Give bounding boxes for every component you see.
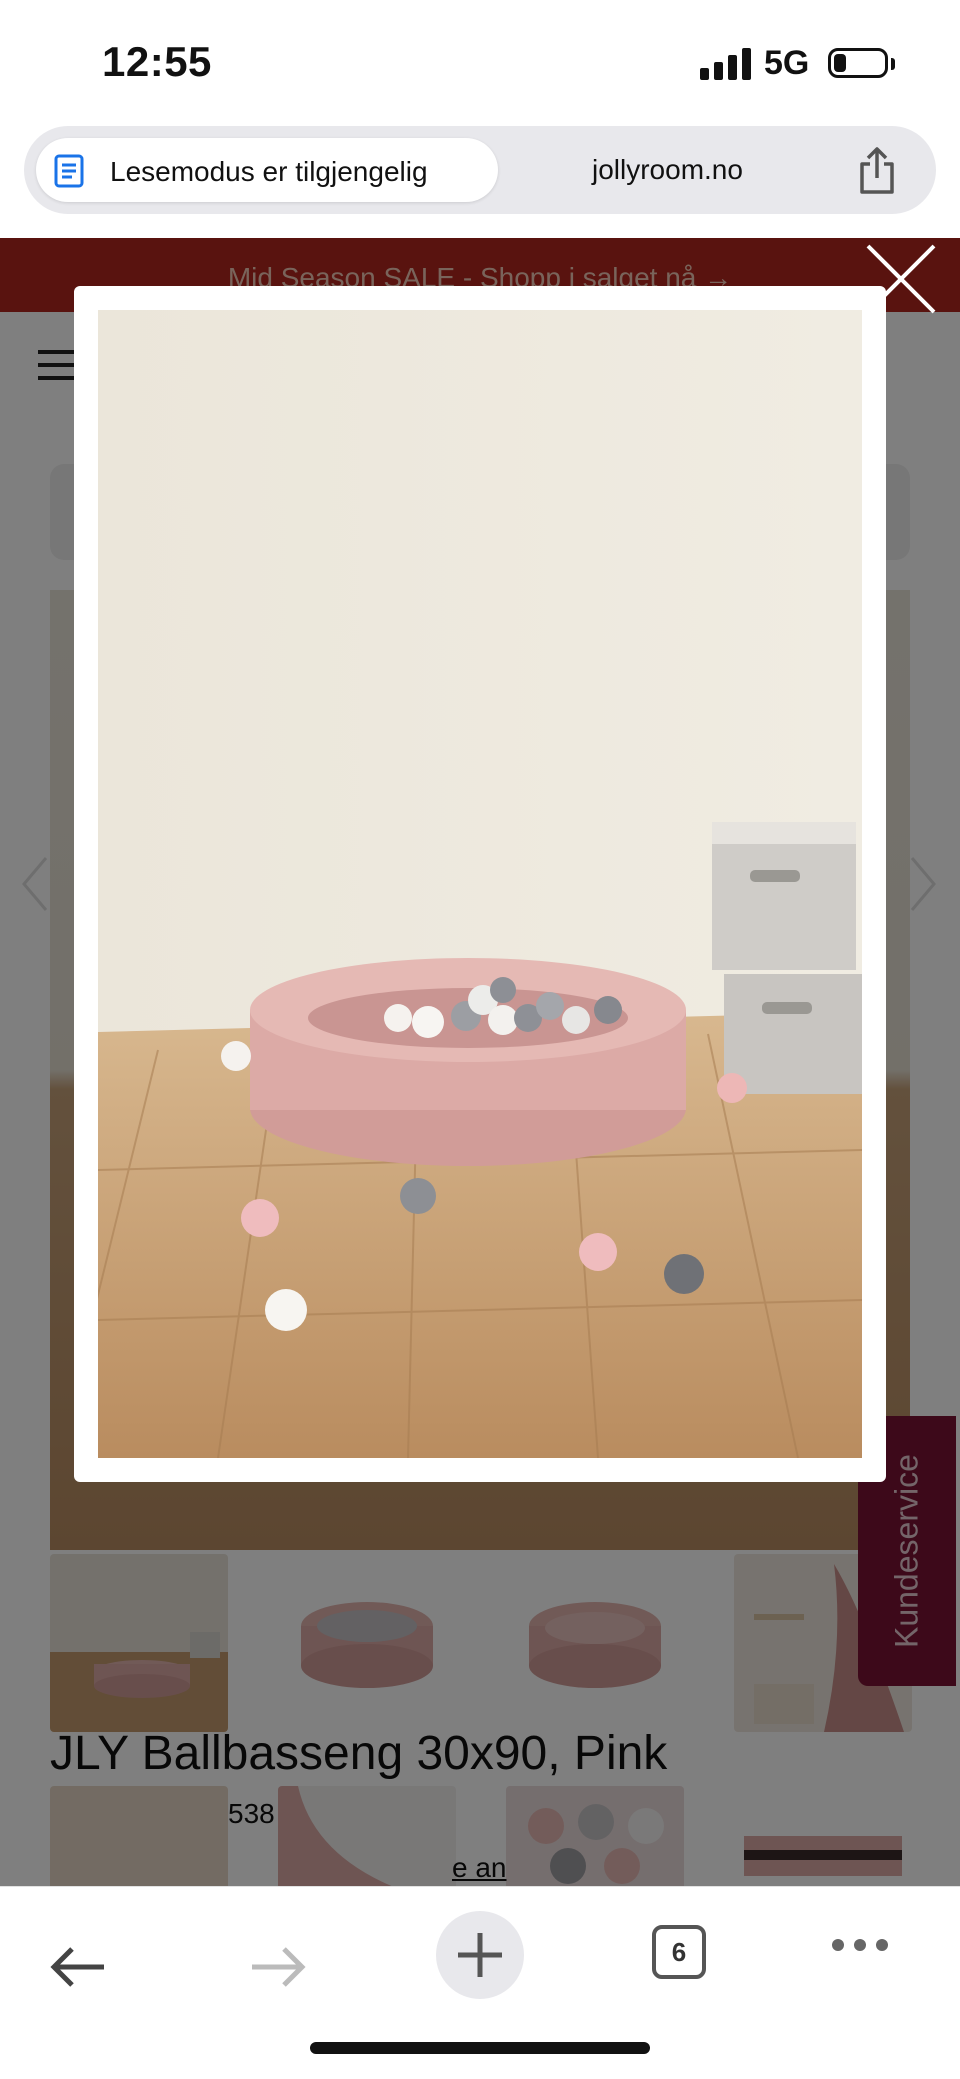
- cellular-signal-icon: [700, 46, 752, 80]
- forward-button[interactable]: [238, 1927, 318, 2007]
- back-button[interactable]: [38, 1927, 118, 2007]
- network-type: 5G: [764, 44, 810, 82]
- battery-tip: [891, 58, 895, 70]
- reader-mode-label: Lesemodus er tilgjengelig: [110, 156, 428, 187]
- status-time: 12:55: [102, 38, 212, 85]
- more-dots-icon[interactable]: [832, 1935, 892, 1955]
- image-lightbox: [74, 286, 886, 1482]
- back-arrow-icon: [50, 1947, 104, 1987]
- address-bar[interactable]: Lesemodus er tilgjengelig jollyroom.no: [24, 126, 936, 214]
- home-indicator: [310, 2042, 650, 2054]
- reader-mode-icon: [54, 154, 84, 188]
- forward-arrow-icon: [252, 1947, 306, 1987]
- tabs-count: 6: [671, 1937, 687, 1967]
- plus-icon: [458, 1933, 502, 1977]
- share-icon[interactable]: [854, 146, 900, 196]
- tabs-icon[interactable]: 6: [652, 1925, 706, 1979]
- reader-mode-button[interactable]: Lesemodus er tilgjengelig: [36, 138, 498, 202]
- url-domain[interactable]: jollyroom.no: [592, 154, 743, 186]
- battery-icon: [828, 48, 888, 78]
- status-bar: 12:55 5G: [0, 0, 960, 120]
- product-photo-large: [98, 310, 862, 1458]
- new-tab-button[interactable]: [436, 1911, 524, 1999]
